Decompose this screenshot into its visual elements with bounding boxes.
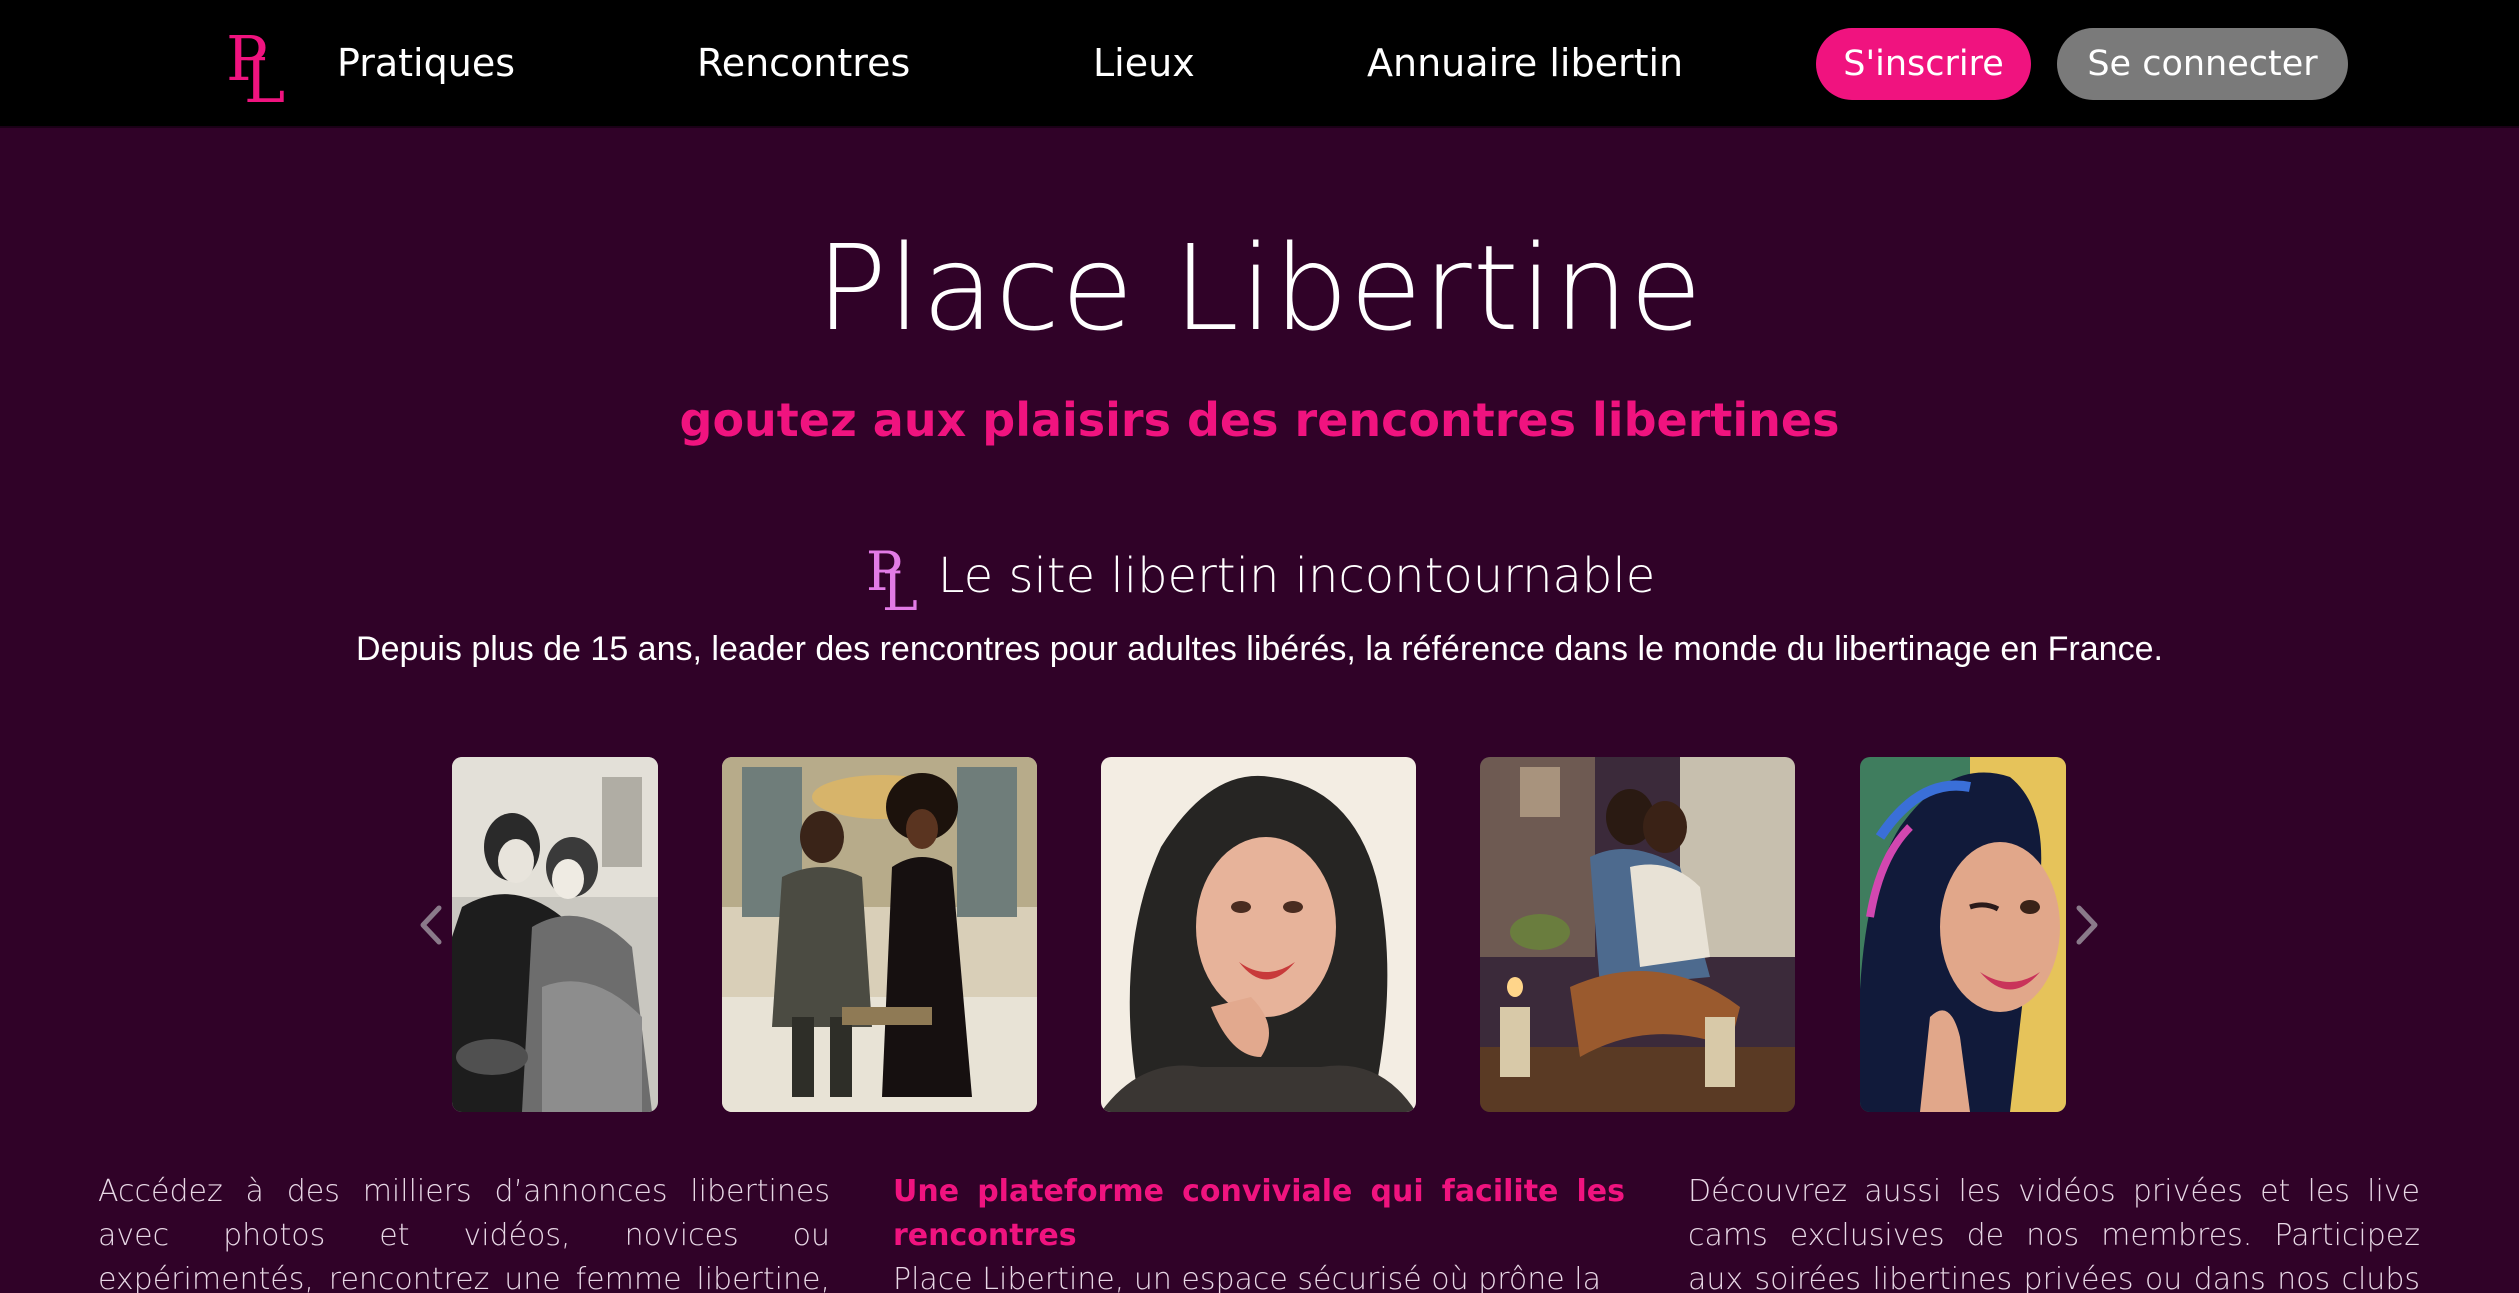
feature-column-videos: Découvrez aussi les vidéos privées et le… bbox=[1688, 1170, 2420, 1293]
login-button[interactable]: Se connecter bbox=[2057, 28, 2348, 100]
feature-heading: Une plateforme conviviale qui facilite l… bbox=[893, 1174, 1625, 1253]
intro-text: Depuis plus de 15 ans, leader des rencon… bbox=[356, 630, 2163, 668]
tagline-text: Le site libertin incontournable bbox=[937, 548, 1656, 604]
nav-link-pratiques[interactable]: Pratiques bbox=[337, 38, 515, 88]
chevron-right-icon bbox=[2076, 905, 2098, 945]
carousel-image-vintage-couple[interactable] bbox=[452, 757, 658, 1112]
carousel-next-button[interactable] bbox=[2068, 900, 2108, 950]
place-libertine-logo[interactable]: P L bbox=[222, 22, 286, 117]
carousel-image-smiling-woman[interactable] bbox=[1101, 757, 1416, 1112]
nav-link-lieux[interactable]: Lieux bbox=[1093, 38, 1195, 88]
carousel-image-couple-lounge[interactable] bbox=[722, 757, 1037, 1112]
nav-link-rencontres[interactable]: Rencontres bbox=[697, 38, 910, 88]
mini-logo-icon: P L bbox=[864, 540, 920, 623]
signup-button[interactable]: S'inscrire bbox=[1816, 28, 2031, 100]
page-subtitle: goutez aux plaisirs des rencontres liber… bbox=[679, 393, 1840, 447]
feature-column-plateforme: Une plateforme conviviale qui facilite l… bbox=[893, 1170, 1625, 1293]
feature-text: Place Libertine, un espace sécurisé où p… bbox=[893, 1262, 1601, 1293]
tagline-row: P L Le site libertin incontournable bbox=[0, 536, 2519, 623]
feature-text: Découvrez aussi les vidéos privées et le… bbox=[1688, 1174, 2420, 1293]
page-title: Place Libertine bbox=[815, 219, 1704, 357]
feature-text: Accédez à des milliers d’annonces libert… bbox=[98, 1174, 830, 1293]
carousel-image-embracing-couple[interactable] bbox=[1480, 757, 1795, 1112]
svg-text:L: L bbox=[882, 560, 918, 612]
feature-column-annonces: Accédez à des milliers d’annonces libert… bbox=[98, 1170, 830, 1293]
nav-link-annuaire-libertin[interactable]: Annuaire libertin bbox=[1367, 38, 1683, 88]
top-navbar: P L Pratiques Rencontres Lieux Annuaire … bbox=[0, 0, 2519, 128]
carousel-prev-button[interactable] bbox=[410, 900, 450, 950]
chevron-left-icon bbox=[420, 905, 442, 945]
svg-text:L: L bbox=[244, 44, 285, 104]
carousel-image-winking-woman[interactable] bbox=[1860, 757, 2066, 1112]
